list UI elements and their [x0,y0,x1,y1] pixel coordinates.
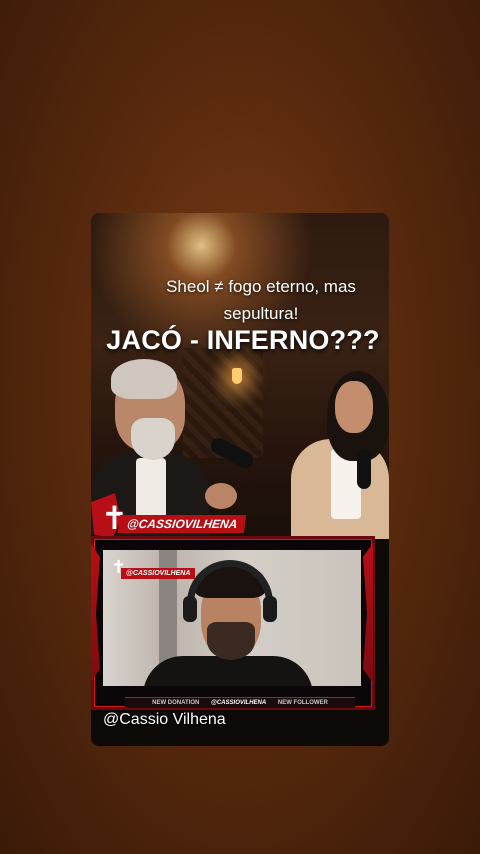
caption-line-2: sepultura! [223,304,299,323]
webcam-handle-tag: @CASSIOVILHENA [121,568,196,579]
headline: JACÓ - INFERNO??? [106,325,380,355]
man-shirt [136,458,166,518]
man-hair [111,359,177,399]
overlay-bar: NEW DONATION @CASSIOVILHENA NEW FOLLOWER [125,697,355,708]
video-card[interactable]: Sheol ≠ fogo eterno, mas sepultura! JACÓ… [91,213,389,746]
footer-handle[interactable]: @Cassio Vilhena [103,710,226,730]
headset [187,560,273,620]
lamp [232,368,242,384]
man-hand [205,483,237,509]
headset-earcup [263,596,277,622]
caption: Sheol ≠ fogo eterno, mas sepultura! [91,273,389,327]
caption-line-1: Sheol ≠ fogo eterno, mas [166,277,356,296]
webcam-frame [91,536,375,710]
overlay-left-label: NEW DONATION [152,700,200,706]
person-body [143,656,313,686]
headset-earcup [183,596,197,622]
podcast-scene: Sheol ≠ fogo eterno, mas sepultura! JACÓ… [91,213,389,543]
person-beard [207,622,255,660]
overlay-right-label: NEW FOLLOWER [277,700,328,706]
woman-face [335,381,373,433]
handle-tag: @CASSIOVILHENA [117,515,247,533]
microphone [357,449,371,489]
man-beard [131,418,175,460]
overlay-center-label: @CASSIOVILHENA [211,700,267,706]
